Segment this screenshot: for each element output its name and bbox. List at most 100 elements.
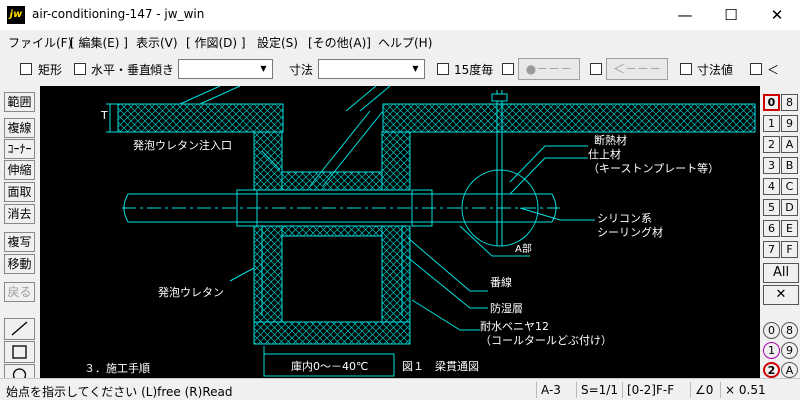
circle-icon bbox=[12, 368, 27, 382]
layer-close-button[interactable]: ✕ bbox=[763, 285, 799, 305]
deg15-label: 15度毎 bbox=[454, 63, 494, 77]
status-message: 始点を指示してください (L)free (R)Read bbox=[6, 385, 233, 399]
lt-checkbox[interactable] bbox=[750, 63, 762, 75]
layer-all-button[interactable]: All bbox=[763, 263, 799, 283]
rect-tool-button[interactable] bbox=[4, 341, 35, 363]
stretch-button[interactable]: 伸縮 bbox=[4, 160, 35, 180]
app-icon: jw bbox=[7, 6, 25, 24]
menu-settings[interactable]: 設定(S) bbox=[257, 34, 298, 51]
group-8-button[interactable]: 8 bbox=[781, 322, 798, 339]
close-button[interactable]: ✕ bbox=[754, 0, 800, 30]
status-layer[interactable]: [0-2]F-F bbox=[622, 382, 690, 398]
range-button[interactable]: 範囲 bbox=[4, 92, 35, 112]
group-9-button[interactable]: 9 bbox=[781, 342, 798, 359]
tilt-combo[interactable]: ▼ bbox=[178, 59, 273, 79]
line-icon bbox=[11, 321, 28, 336]
rect-checkbox[interactable] bbox=[20, 63, 32, 75]
chamfer-button[interactable]: 面取 bbox=[4, 182, 35, 202]
back-button[interactable]: 戻る bbox=[4, 282, 35, 302]
label-sealing: シーリング材 bbox=[597, 225, 663, 239]
label-finish: 仕上材 bbox=[588, 147, 621, 161]
menu-view[interactable]: 表示(V) bbox=[136, 34, 178, 51]
horiz-vert-label: 水平・垂直 bbox=[91, 63, 152, 77]
status-scale[interactable]: S=1/1 bbox=[576, 382, 622, 398]
toolbar: 矩形 水平・垂直 傾き ▼ 寸法 ▼ 15度毎 ●－－－ ＜－－－ 寸法値 ＜ bbox=[0, 52, 800, 86]
status-bar: 始点を指示してください (L)free (R)Read A-3 S=1/1 [0… bbox=[0, 378, 800, 400]
layer-5-button[interactable]: 5 bbox=[763, 199, 780, 216]
window-title: air-conditioning-147 - jw_win bbox=[32, 7, 205, 21]
title-bar: jw air-conditioning-147 - jw_win — ☐ ✕ bbox=[0, 0, 800, 30]
label-insulation: 断熱材 bbox=[594, 133, 627, 147]
label-procedure: ３．施工手順 bbox=[84, 361, 150, 375]
horiz-vert-checkbox[interactable] bbox=[74, 63, 86, 75]
layer-e-button[interactable]: E bbox=[781, 220, 798, 237]
tilt-label: 傾き bbox=[150, 63, 175, 77]
dimval-checkbox[interactable] bbox=[680, 63, 692, 75]
layer-panel: 0 8 1 9 2 A 3 B 4 C 5 D 6 E 7 F All ✕ 0 … bbox=[760, 86, 800, 378]
layer-d-button[interactable]: D bbox=[781, 199, 798, 216]
status-paper[interactable]: A-3 bbox=[536, 382, 576, 398]
label-foam-inlet: 発泡ウレタン注入口 bbox=[133, 138, 232, 152]
copy-button[interactable]: 複写 bbox=[4, 232, 35, 252]
layer-a-button[interactable]: A bbox=[781, 136, 798, 153]
layer-7-button[interactable]: 7 bbox=[763, 241, 780, 258]
move-button[interactable]: 移動 bbox=[4, 254, 35, 274]
group-2-button[interactable]: 2 bbox=[763, 362, 780, 378]
snap-checkbox[interactable] bbox=[502, 63, 514, 75]
layer-1-button[interactable]: 1 bbox=[763, 115, 780, 132]
menu-help[interactable]: ヘルプ(H) bbox=[378, 34, 432, 51]
menu-file[interactable]: ファイル(F) bbox=[8, 34, 72, 51]
layer-9-button[interactable]: 9 bbox=[781, 115, 798, 132]
label-detail-a: A部 bbox=[515, 242, 532, 255]
multiline-button[interactable]: 複線 bbox=[4, 118, 35, 138]
status-factor[interactable]: × 0.51 bbox=[720, 382, 798, 398]
label-wire: 番線 bbox=[490, 275, 512, 289]
menu-other[interactable]: [その他(A)] bbox=[308, 34, 371, 51]
rectangle-icon bbox=[12, 345, 27, 359]
label-coaltar: （コールタールどぶ付け） bbox=[480, 334, 612, 347]
label-plywood: 耐水ベニヤ12 bbox=[480, 320, 549, 333]
chevron-down-icon: ▼ bbox=[260, 64, 267, 73]
chevron-down-icon: ▼ bbox=[412, 64, 419, 73]
drawing-canvas[interactable]: T 発泡ウレタン注入口 断熱材 仕上材 （キーストンプレート等） シリコン系 シ… bbox=[40, 86, 760, 378]
cad-drawing: T 発泡ウレタン注入口 断熱材 仕上材 （キーストンプレート等） シリコン系 シ… bbox=[84, 86, 756, 377]
menu-bar: ファイル(F) [ 編集(E) ] 表示(V) [ 作図(D) ] 設定(S) … bbox=[0, 30, 800, 52]
arrow-checkbox[interactable] bbox=[590, 63, 602, 75]
group-0-button[interactable]: 0 bbox=[763, 322, 780, 339]
layer-c-button[interactable]: C bbox=[781, 178, 798, 195]
layer-8-button[interactable]: 8 bbox=[781, 94, 798, 111]
application-window: jw air-conditioning-147 - jw_win — ☐ ✕ フ… bbox=[0, 0, 800, 400]
menu-edit[interactable]: [ 編集(E) ] bbox=[70, 34, 128, 51]
layer-6-button[interactable]: 6 bbox=[763, 220, 780, 237]
layer-3-button[interactable]: 3 bbox=[763, 157, 780, 174]
lt-label: ＜ bbox=[767, 63, 780, 77]
arrow-style-button[interactable]: ＜－－－ bbox=[606, 58, 668, 80]
corner-button[interactable]: ｺｰﾅｰ bbox=[4, 139, 35, 159]
deg15-checkbox[interactable] bbox=[437, 63, 449, 75]
line-style-button[interactable]: ●－－－ bbox=[518, 58, 580, 80]
label-foam: 発泡ウレタン bbox=[158, 285, 224, 299]
label-moisture: 防湿層 bbox=[490, 301, 523, 315]
dim-t-label: T bbox=[100, 109, 108, 122]
layer-f-button[interactable]: F bbox=[781, 241, 798, 258]
layer-b-button[interactable]: B bbox=[781, 157, 798, 174]
dimval-label: 寸法値 bbox=[697, 63, 734, 77]
dim-combo[interactable]: ▼ bbox=[318, 59, 425, 79]
layer-4-button[interactable]: 4 bbox=[763, 178, 780, 195]
group-1-button[interactable]: 1 bbox=[763, 342, 780, 359]
dim-label: 寸法 bbox=[289, 63, 314, 77]
line-tool-button[interactable] bbox=[4, 318, 35, 340]
circle-tool-button[interactable] bbox=[4, 364, 35, 382]
group-a-button[interactable]: A bbox=[781, 362, 798, 378]
status-angle[interactable]: ∠0 bbox=[690, 382, 720, 398]
caption-figure: 図１ 梁貫通図 bbox=[402, 359, 479, 373]
layer-0-button[interactable]: 0 bbox=[763, 94, 780, 111]
label-silicone: シリコン系 bbox=[597, 212, 652, 225]
layer-2-button[interactable]: 2 bbox=[763, 136, 780, 153]
menu-draw[interactable]: [ 作図(D) ] bbox=[186, 34, 246, 51]
maximize-button[interactable]: ☐ bbox=[708, 0, 754, 30]
label-finish-note: （キーストンプレート等） bbox=[588, 161, 719, 175]
caption-box-text: 庫内0～－40℃ bbox=[291, 359, 368, 373]
minimize-button[interactable]: — bbox=[662, 0, 708, 30]
erase-button[interactable]: 消去 bbox=[4, 204, 35, 224]
